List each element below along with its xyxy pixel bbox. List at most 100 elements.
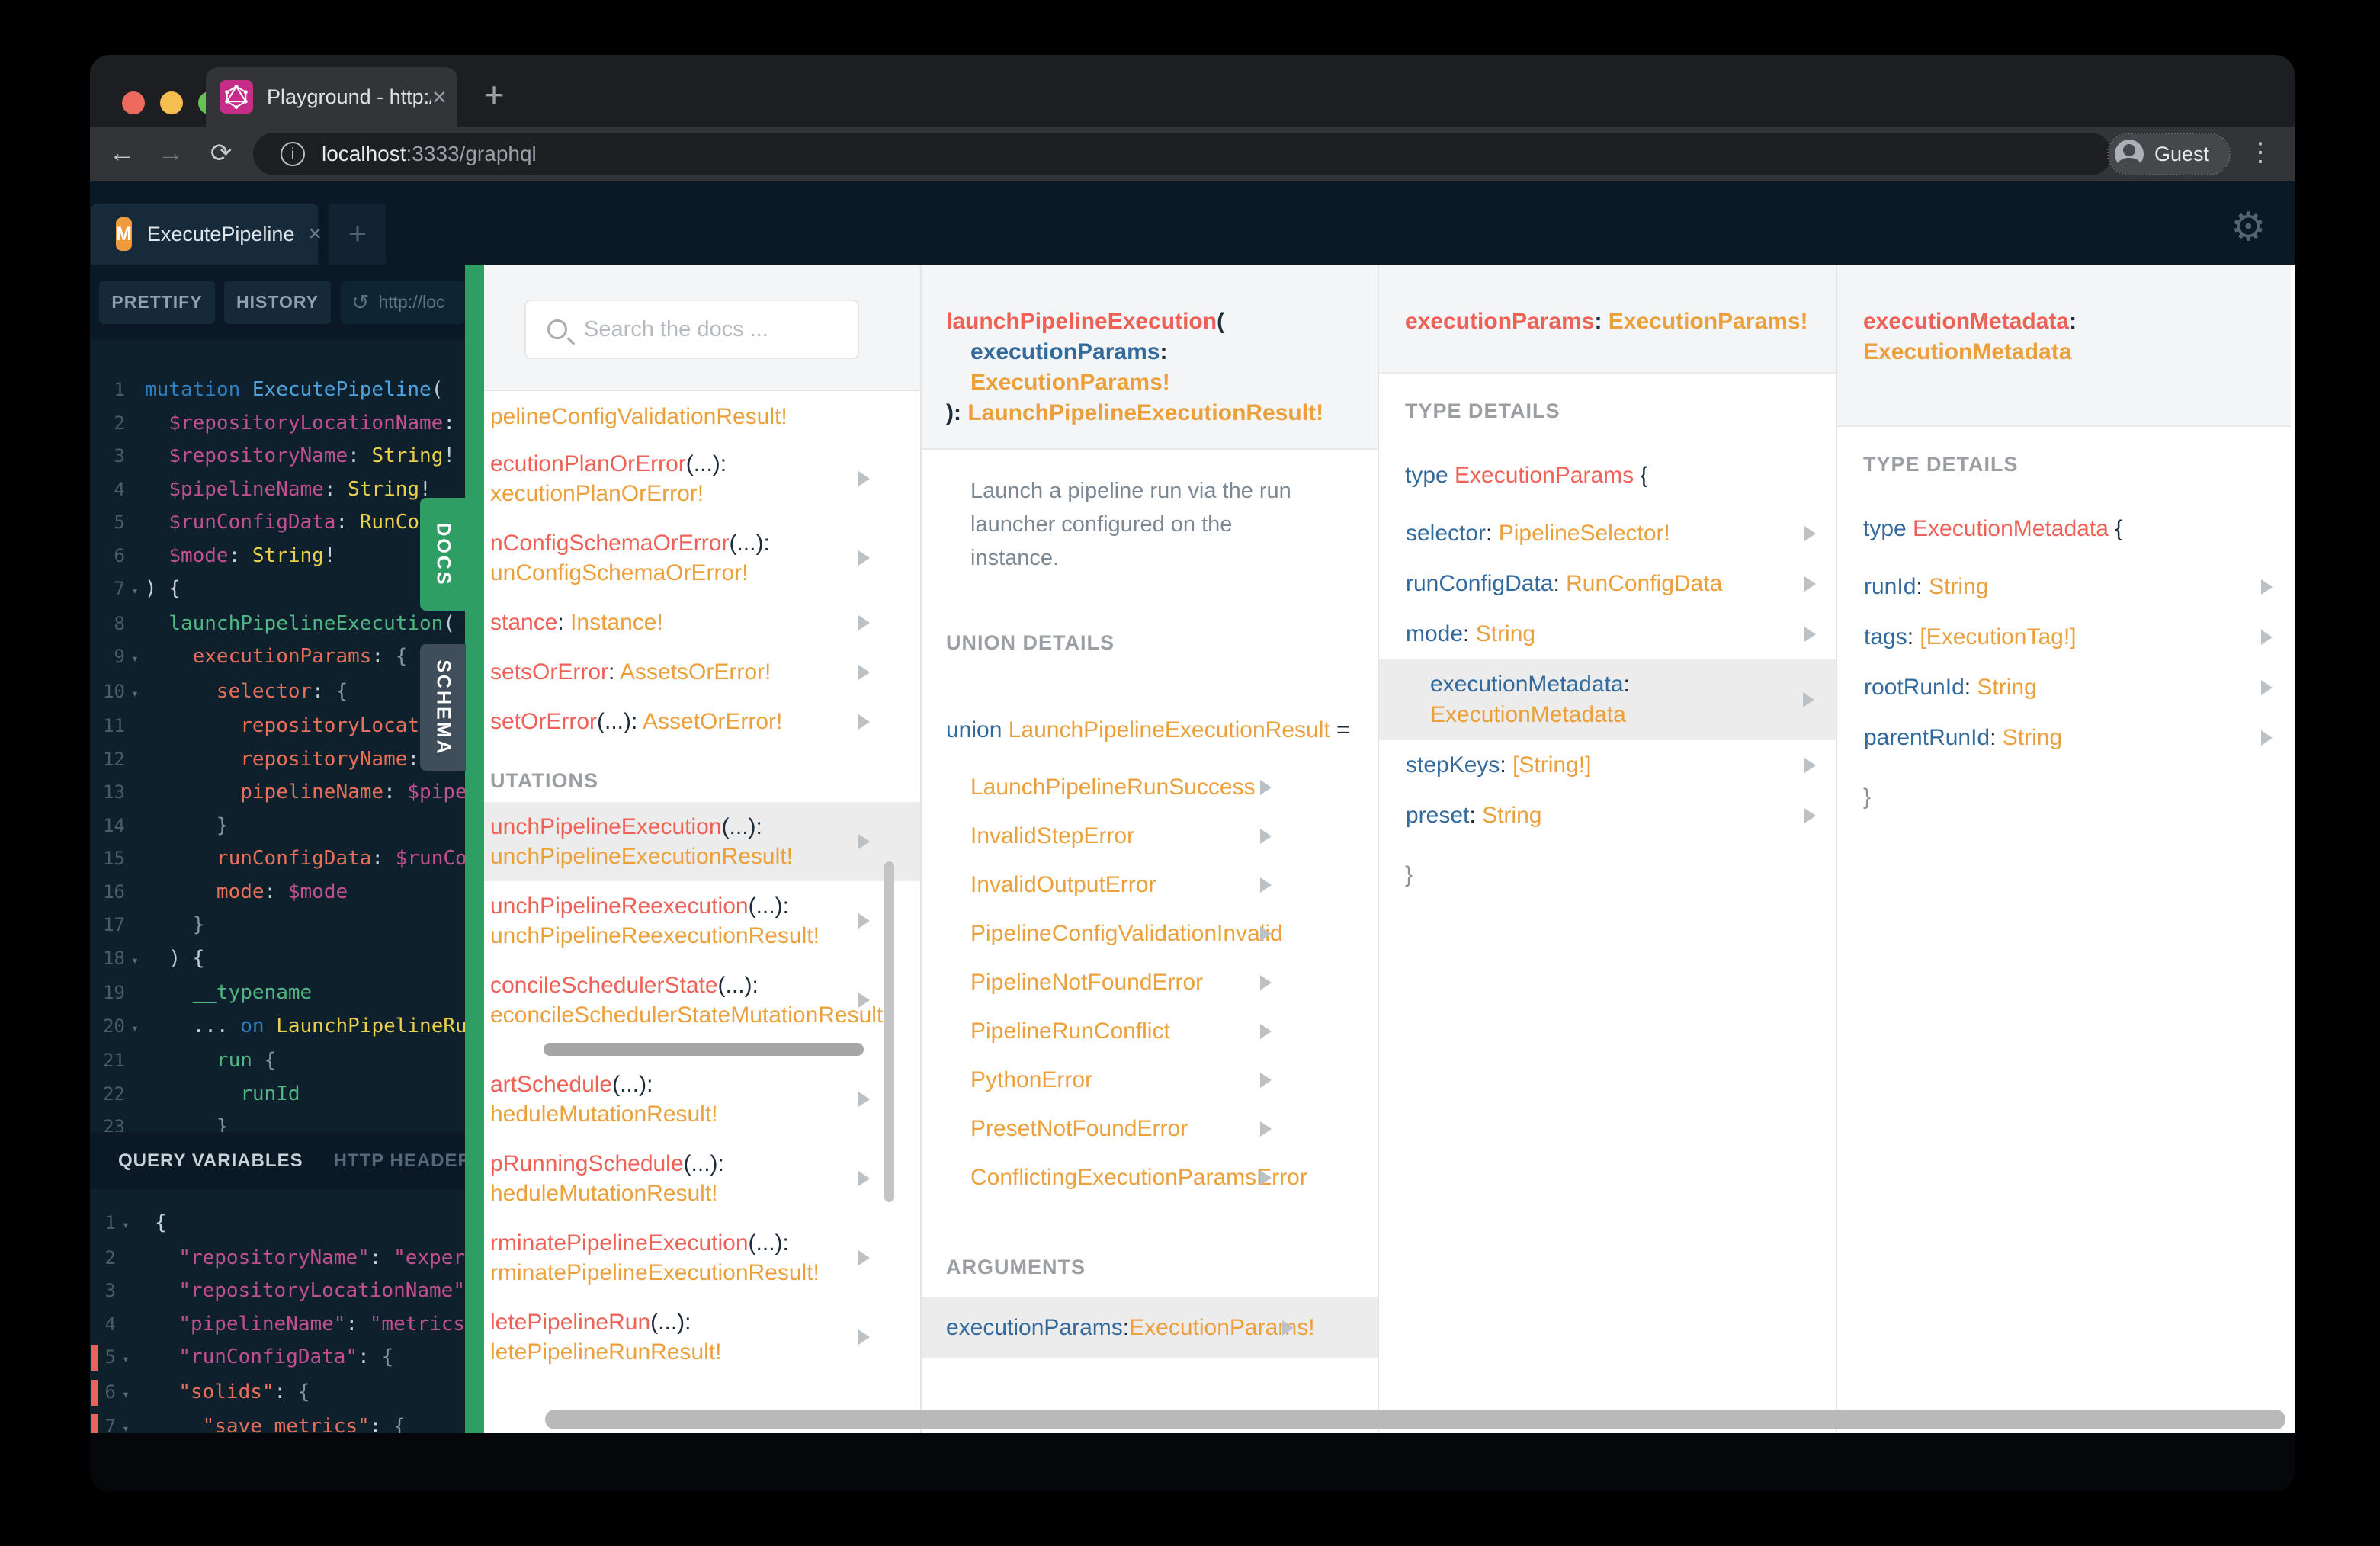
type-field[interactable]: stepKeys: [String!] xyxy=(1406,740,1836,791)
chevron-right-icon[interactable] xyxy=(2261,579,2273,595)
fold-caret-icon[interactable]: ▾ xyxy=(116,1342,136,1376)
code-line[interactable]: 6 ▾ "solids": { xyxy=(90,1376,465,1411)
chevron-right-icon[interactable] xyxy=(1260,926,1272,941)
docs-vertical-scrollbar[interactable] xyxy=(884,861,894,1202)
code-line[interactable]: 21 run { xyxy=(90,1044,465,1078)
type-field[interactable]: mode: String xyxy=(1406,609,1836,659)
chevron-right-icon[interactable] xyxy=(858,834,870,849)
chevron-right-icon[interactable] xyxy=(1804,576,1816,592)
settings-gear-icon[interactable]: ⚙ xyxy=(2231,204,2266,250)
fold-caret-icon[interactable]: ▾ xyxy=(116,1412,136,1433)
chevron-right-icon[interactable] xyxy=(1260,1170,1272,1185)
code-line[interactable]: 12 repositoryName: $repositoryName xyxy=(90,743,465,777)
doc-item[interactable]: ecutionPlanOrError(...): xecutionPlanOrEr… xyxy=(490,439,920,518)
docs-horizontal-scrollbar[interactable] xyxy=(545,1410,2285,1429)
chevron-right-icon[interactable] xyxy=(2261,680,2273,695)
code-line[interactable]: 17 } xyxy=(90,909,465,942)
union-member[interactable]: LaunchPipelineRunSuccess xyxy=(970,763,1378,812)
history-button[interactable]: HISTORY xyxy=(224,281,331,324)
browser-tab[interactable]: Playground - http://localhost:3 × xyxy=(206,67,457,127)
code-line[interactable]: 7 ▾ "save_metrics": { xyxy=(90,1410,465,1433)
argument-row[interactable]: executionParams: ExecutionParams! xyxy=(922,1297,1378,1358)
forward-icon[interactable]: → xyxy=(152,136,189,172)
code-line[interactable]: 5 $runConfigData: RunConfigData! xyxy=(90,506,465,540)
code-line[interactable]: 20▾ ... on LaunchPipelineRunSuccess { xyxy=(90,1010,465,1045)
union-member[interactable]: ConflictingExecutionParamsError xyxy=(970,1153,1378,1202)
fold-caret-icon[interactable]: ▾ xyxy=(116,1378,136,1411)
chevron-right-icon[interactable] xyxy=(1260,975,1272,990)
union-member[interactable]: InvalidOutputError xyxy=(970,861,1378,909)
chevron-right-icon[interactable] xyxy=(1804,758,1816,773)
code-line[interactable]: 23 } xyxy=(90,1111,465,1132)
code-line[interactable]: 3 $repositoryName: String! xyxy=(90,440,465,473)
chevron-right-icon[interactable] xyxy=(1260,1024,1272,1039)
site-info-icon[interactable]: i xyxy=(281,142,305,166)
code-line[interactable]: 22 runId xyxy=(90,1078,465,1111)
doc-item[interactable]: pRunningSchedule(...): heduleMutationResu… xyxy=(490,1139,920,1218)
doc-item[interactable]: setOrError(...): AssetOrError! xyxy=(490,697,920,746)
union-member[interactable]: PythonError xyxy=(970,1056,1378,1105)
code-line[interactable]: 5 ▾ "runConfigData": { xyxy=(90,1341,465,1376)
endpoint-input[interactable]: ↺ http://loc xyxy=(341,281,465,324)
code-line[interactable]: 4 $pipelineName: String! xyxy=(90,473,465,507)
profile-button[interactable]: Guest xyxy=(2106,133,2231,175)
tab-query-variables[interactable]: QUERY VARIABLES xyxy=(118,1150,303,1172)
code-line[interactable]: 7 ▾) { xyxy=(90,573,465,608)
fold-caret-icon[interactable]: ▾ xyxy=(125,944,145,977)
replay-icon[interactable]: ↺ xyxy=(351,290,369,315)
code-line[interactable]: 19 __typename xyxy=(90,977,465,1010)
address-bar[interactable]: i localhost:3333/graphql xyxy=(253,133,2112,175)
doc-item-clipped[interactable]: pelineConfigValidationResult! xyxy=(490,402,920,431)
type-field[interactable]: runConfigData: RunConfigData xyxy=(1406,559,1836,609)
tab-schema[interactable]: SCHEMA xyxy=(420,644,466,771)
menu-dots-icon[interactable]: ⋮ xyxy=(2247,137,2273,168)
code-line[interactable]: 10 ▾ selector: { xyxy=(90,675,465,710)
doc-item[interactable]: nConfigSchemaOrError(...): unConfigSchema… xyxy=(490,518,920,598)
doc-item[interactable]: artSchedule(...): heduleMutationResult! xyxy=(490,1060,920,1139)
doc-item[interactable]: unchPipelineExecution(...): unchPipelineE… xyxy=(484,802,920,881)
union-member[interactable]: PipelineConfigValidationInvalid xyxy=(970,909,1378,958)
chevron-right-icon[interactable] xyxy=(1260,1121,1272,1137)
chevron-right-icon[interactable] xyxy=(1260,1073,1272,1088)
type-field[interactable]: parentRunId: String xyxy=(1864,713,2291,763)
code-line[interactable]: 16 mode: $mode xyxy=(90,876,465,909)
back-icon[interactable]: ← xyxy=(104,136,140,172)
code-line[interactable]: 8 launchPipelineExecution( xyxy=(90,608,465,641)
session-tab-executepipeline[interactable]: M ExecutePipeline × xyxy=(91,204,322,265)
doc-item[interactable]: stance: Instance! xyxy=(490,598,920,647)
tab-http-headers[interactable]: HTTP HEADERS xyxy=(334,1150,465,1172)
code-line[interactable]: 2 $repositoryLocationName: String! xyxy=(90,407,465,441)
type-field[interactable]: preset: String xyxy=(1406,791,1836,841)
code-line[interactable]: 1 ▾ { xyxy=(90,1207,465,1242)
chevron-right-icon[interactable] xyxy=(858,993,870,1008)
doc-item[interactable]: unchPipelineReexecution(...): unchPipelin… xyxy=(490,881,920,961)
session-close-icon[interactable]: × xyxy=(308,221,322,247)
close-window-button[interactable] xyxy=(122,91,145,114)
union-member[interactable]: PresetNotFoundError xyxy=(970,1105,1378,1153)
code-line[interactable]: 11 repositoryLocationName: $repositoryLo… xyxy=(90,710,465,743)
fold-caret-icon[interactable]: ▾ xyxy=(125,574,145,608)
chevron-right-icon[interactable] xyxy=(1803,692,1814,707)
code-line[interactable]: 13 pipelineName: $pipelineName xyxy=(90,776,465,810)
close-tab-icon[interactable]: × xyxy=(432,83,447,111)
doc-item[interactable]: rminatePipelineExecution(...): rminatePip… xyxy=(490,1218,920,1297)
code-line[interactable]: 3 "repositoryLocationName": "local" xyxy=(90,1275,465,1308)
doc-item[interactable]: setsOrError: AssetsOrError! xyxy=(490,647,920,697)
fold-caret-icon[interactable]: ▾ xyxy=(125,677,145,710)
code-line[interactable]: 9 ▾ executionParams: { xyxy=(90,640,465,675)
chevron-right-icon[interactable] xyxy=(858,913,870,929)
chevron-right-icon[interactable] xyxy=(1260,780,1272,795)
docs-divider-strip[interactable] xyxy=(465,265,484,1433)
chevron-right-icon[interactable] xyxy=(858,550,870,566)
prettify-button[interactable]: PRETTIFY xyxy=(99,281,215,324)
code-line[interactable]: 14 } xyxy=(90,810,465,843)
code-line[interactable]: 15 runConfigData: $runConfigData xyxy=(90,842,465,876)
reload-icon[interactable]: ⟳ xyxy=(203,136,239,172)
chevron-right-icon[interactable] xyxy=(1804,526,1816,541)
chevron-right-icon[interactable] xyxy=(1282,1320,1294,1336)
chevron-right-icon[interactable] xyxy=(858,1171,870,1186)
chevron-right-icon[interactable] xyxy=(858,664,870,680)
chevron-right-icon[interactable] xyxy=(1804,808,1816,823)
chevron-right-icon[interactable] xyxy=(1260,829,1272,844)
minimize-window-button[interactable] xyxy=(160,91,183,114)
